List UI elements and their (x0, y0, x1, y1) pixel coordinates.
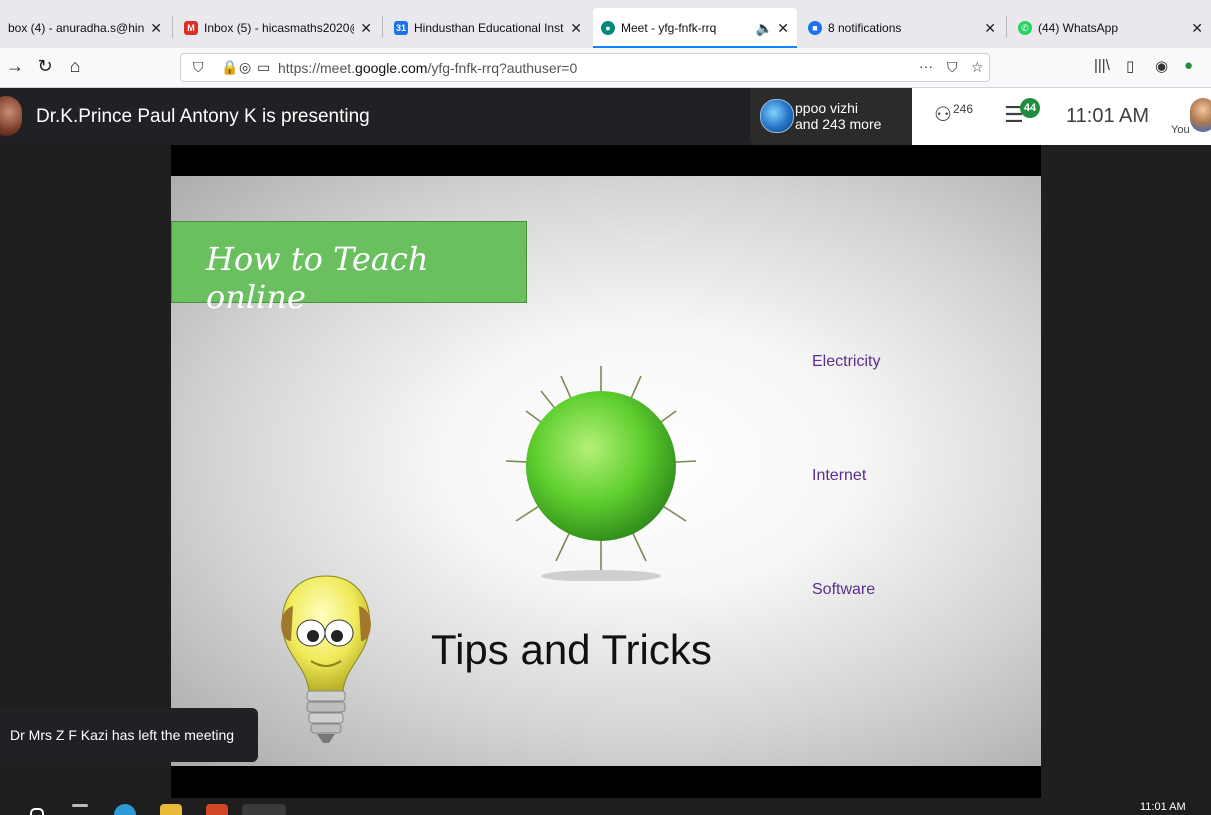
taskbar-app-active[interactable] (242, 804, 286, 815)
close-icon[interactable]: ✕ (360, 20, 372, 37)
url-bar[interactable]: ⛉ 🔒 ◎ ▭ https://meet.google.com/yfg-fnfk… (180, 53, 990, 82)
meeting-clock: 11:01 AM (1066, 105, 1150, 127)
people-count: 246 (953, 102, 974, 116)
self-label: You (1171, 124, 1190, 136)
edge-icon[interactable] (114, 804, 136, 815)
virus-illustration (505, 366, 697, 581)
slide-subtitle: Tips and Tricks (431, 626, 712, 673)
tab-divider (172, 16, 173, 38)
self-avatar[interactable] (1190, 98, 1211, 132)
tab-divider (1006, 16, 1007, 38)
sidebar-icon[interactable]: ▯ (1126, 57, 1134, 75)
tab-title: Hindusthan Educational Instit (414, 21, 565, 35)
file-explorer-icon[interactable] (160, 804, 182, 815)
participants-preview[interactable]: ppoo vizhi and 243 more (750, 88, 913, 145)
slide-bullet: Internet (812, 467, 867, 484)
meet-top-bar: Dr.K.Prince Paul Antony K is presenting … (0, 88, 1211, 145)
pocket-icon[interactable]: ⛉ (947, 59, 958, 76)
forward-icon[interactable]: → (4, 56, 26, 77)
tab-title: Meet - yfg-fnfk-rrq (621, 21, 717, 35)
toast-message: Dr Mrs Z F Kazi has left the meeting (10, 727, 235, 743)
presenter-avatar (0, 96, 22, 136)
browser-tab-bar: box (4) - anuradha.s@hindus ✕ M Inbox (5… (0, 0, 1211, 48)
reload-icon[interactable]: ↻ (34, 56, 56, 77)
participant-more: and 243 more (795, 116, 882, 132)
close-icon[interactable]: ✕ (984, 20, 996, 37)
screen-share-icon[interactable]: ▭ (257, 59, 270, 76)
tab-title: (44) WhatsApp (1038, 21, 1119, 35)
url-text: https://meet.google.com/yfg-fnfk-rrq?aut… (278, 60, 578, 76)
tab-gmail-inbox[interactable]: M Inbox (5) - hicasmaths2020@g ✕ (176, 8, 380, 48)
tab-meet[interactable]: ● Meet - yfg-fnfk-rrq 🔈 ✕ (593, 8, 797, 48)
presentation-slide: How to Teach online Electricity Internet… (171, 176, 1041, 766)
people-icon[interactable]: ⚇ (934, 102, 952, 127)
slide-bullet: Electricity (812, 353, 881, 370)
calendar-icon: 31 (394, 21, 408, 35)
page-actions-icon[interactable]: ··· (919, 58, 933, 74)
notification-toast: Dr Mrs Z F Kazi has left the meeting (0, 708, 258, 762)
home-icon[interactable]: ⌂ (64, 56, 86, 77)
tab-divider (382, 16, 383, 38)
taskbar-clock: 11:01 AM (1140, 801, 1186, 813)
close-icon[interactable]: ✕ (777, 20, 789, 37)
tab-title: 8 notifications (828, 21, 902, 35)
gmail-icon: M (184, 21, 198, 35)
meet-icon: ● (601, 21, 615, 35)
participants-preview-text: ppoo vizhi and 243 more (795, 100, 881, 132)
tracking-shield-icon[interactable]: ⛉ (193, 59, 204, 76)
account-icon[interactable]: ◉ (1155, 57, 1168, 75)
participant-name: ppoo vizhi (795, 100, 859, 116)
lightbulb-character-icon (281, 575, 371, 743)
tab-title: Inbox (5) - hicasmaths2020@g (204, 21, 355, 35)
meet-controls-bar: ⚇ 246 ☰ 44 11:01 AM You (912, 88, 1211, 145)
lock-icon[interactable]: 🔒 (221, 59, 238, 76)
library-icon[interactable]: |||\ (1094, 57, 1110, 74)
speaker-icon[interactable]: 🔈 (756, 20, 773, 37)
chat-badge: 44 (1020, 98, 1040, 118)
search-icon[interactable] (30, 808, 44, 815)
tab-title: box (4) - anuradha.s@hindus (8, 21, 145, 35)
tab-mail[interactable]: box (4) - anuradha.s@hindus ✕ (0, 8, 170, 48)
slide-bullet: Software (812, 581, 876, 598)
avatar (760, 99, 794, 133)
task-view-icon[interactable] (72, 804, 88, 807)
browser-nav-bar: → ↻ ⌂ ⛉ 🔒 ◎ ▭ https://meet.google.com/yf… (0, 48, 1211, 88)
tab-whatsapp[interactable]: ✆ (44) WhatsApp ✕ (1010, 8, 1211, 48)
windows-taskbar: 11:01 AM (0, 798, 1211, 815)
close-icon[interactable]: ✕ (570, 20, 582, 37)
close-icon[interactable]: ✕ (150, 20, 162, 37)
meet-stage: Dr.K.Prince Paul Antony K is presenting … (0, 88, 1211, 798)
presenting-label: Dr.K.Prince Paul Antony K is presenting (36, 106, 370, 127)
tab-notifications[interactable]: ■ 8 notifications ✕ (800, 8, 1004, 48)
close-icon[interactable]: ✕ (1191, 20, 1203, 37)
grammarly-icon[interactable]: ● (1184, 57, 1193, 74)
powerpoint-icon[interactable] (206, 804, 228, 815)
permissions-icon[interactable]: ◎ (239, 59, 251, 76)
slide-title: How to Teach online (206, 240, 429, 316)
whatsapp-icon: ✆ (1018, 21, 1032, 35)
bookmark-star-icon[interactable]: ☆ (971, 59, 984, 76)
tab-calendar[interactable]: 31 Hindusthan Educational Instit ✕ (386, 8, 590, 48)
slide-title-box: How to Teach online (171, 221, 527, 316)
notification-icon: ■ (808, 21, 822, 35)
